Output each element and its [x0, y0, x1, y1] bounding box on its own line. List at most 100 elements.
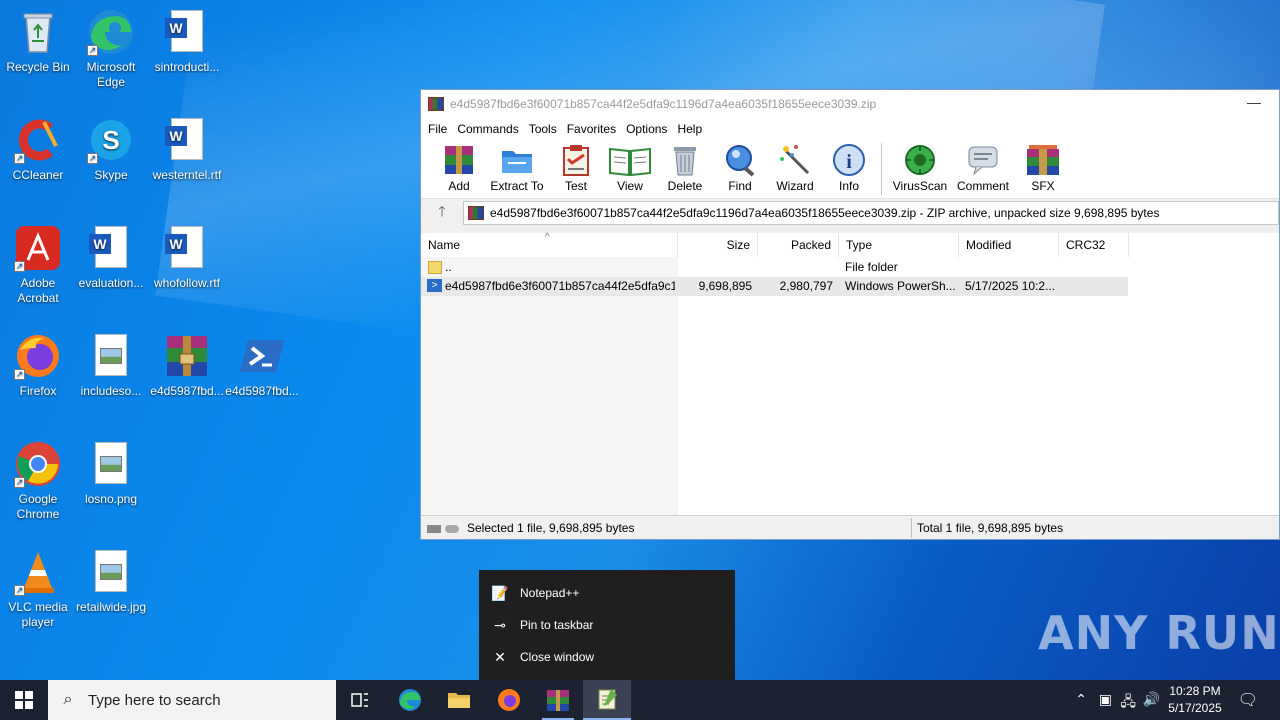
- column-label: Name: [428, 238, 461, 252]
- desktop-icon-google-chrome[interactable]: ↗ Google Chrome: [0, 440, 76, 522]
- toolbar-virusscan-button[interactable]: VirusScan: [888, 140, 952, 193]
- toolbar-label: Info: [838, 179, 859, 193]
- toolbar: Add Extract To Test View Delete Find Wiz…: [421, 140, 1279, 198]
- toolbar-delete-button[interactable]: Delete: [659, 140, 711, 193]
- desktop-icon-evaluation[interactable]: W evaluation...: [73, 224, 149, 291]
- address-bar: 🡑 e4d5987fbd6e3f60071b857ca44f2e5dfa9c11…: [421, 198, 1279, 226]
- table-row[interactable]: > e4d5987fbd6e3f60071b857ca44f2e5dfa9c1.…: [421, 277, 1128, 296]
- menu-tools[interactable]: Tools: [524, 122, 562, 136]
- taskbar-file-explorer[interactable]: [435, 680, 483, 720]
- taskbar-search-box[interactable]: ⌕ Type here to search: [48, 680, 336, 720]
- menu-commands[interactable]: Commands: [452, 122, 523, 136]
- task-view-button[interactable]: [336, 680, 384, 720]
- jumplist-notepadpp[interactable]: 📝 Notepad++: [479, 577, 735, 609]
- desktop-icon-sintroducti[interactable]: W sintroducti...: [149, 8, 225, 75]
- status-selected: Selected 1 file, 9,698,895 bytes: [467, 521, 635, 535]
- menu-file[interactable]: File: [423, 122, 452, 136]
- taskbar-notepadpp[interactable]: [583, 680, 631, 720]
- notepadpp-icon: [598, 689, 617, 710]
- word-doc-icon: W: [87, 224, 135, 272]
- toolbar-label: View: [617, 179, 643, 193]
- toolbar-wizard-button[interactable]: Wizard: [769, 140, 821, 193]
- firefox-icon: ↗: [14, 332, 62, 380]
- column-label: Size: [726, 238, 750, 252]
- toolbar-comment-button[interactable]: Comment: [952, 140, 1014, 193]
- desktop-icon-label: VLC media player: [8, 600, 68, 629]
- view-book-icon: [608, 143, 652, 177]
- taskbar-winrar[interactable]: [534, 680, 582, 720]
- wizard-wand-icon: [778, 143, 812, 177]
- taskbar-edge[interactable]: [386, 680, 434, 720]
- shortcut-arrow-icon: ↗: [14, 477, 25, 488]
- jumplist-close-window[interactable]: ✕ Close window: [479, 641, 735, 673]
- column-header-packed[interactable]: Packed: [758, 233, 839, 257]
- table-row[interactable]: .. File folder: [421, 258, 1128, 277]
- desktop-icon-label: retailwide.jpg: [75, 600, 147, 614]
- toolbar-view-button[interactable]: View: [601, 140, 659, 193]
- shortcut-arrow-icon: ↗: [14, 153, 25, 164]
- firefox-icon: [498, 689, 520, 711]
- desktop-icon-includeso[interactable]: includeso...: [73, 332, 149, 399]
- column-header-modified[interactable]: Modified: [959, 233, 1059, 257]
- path-text: e4d5987fbd6e3f60071b857ca44f2e5dfa9c1196…: [490, 205, 1160, 220]
- volume-icon[interactable]: 🔊: [1143, 691, 1160, 708]
- menu-options[interactable]: Options: [621, 122, 672, 136]
- anyrun-watermark: ANY RUN: [1038, 606, 1280, 660]
- column-header-type[interactable]: Type: [839, 233, 959, 257]
- vlc-icon: ↗: [14, 548, 62, 596]
- toolbar-sfx-button[interactable]: SFX: [1014, 140, 1072, 193]
- menu-favorites[interactable]: Favorites: [562, 122, 621, 136]
- svg-text:S: S: [102, 125, 119, 155]
- desktop-icon-losno[interactable]: losno.png: [73, 440, 149, 507]
- desktop-icon-label: evaluation...: [78, 276, 144, 290]
- toolbar-test-button[interactable]: Test: [551, 140, 601, 193]
- toolbar-label: Delete: [667, 179, 703, 193]
- clock-date: 5/17/2025: [1168, 701, 1222, 715]
- desktop-icon-vlc[interactable]: ↗ VLC media player: [0, 548, 76, 630]
- virus-scan-icon: [903, 143, 937, 177]
- path-field[interactable]: e4d5987fbd6e3f60071b857ca44f2e5dfa9c1196…: [463, 200, 1279, 225]
- notifications-icon[interactable]: 🗨: [1238, 690, 1258, 710]
- desktop-icon-label: Firefox: [19, 384, 57, 398]
- desktop-icon-retailwide[interactable]: retailwide.jpg: [73, 548, 149, 615]
- column-header-crc32[interactable]: CRC32: [1059, 233, 1129, 257]
- desktop-icon-whofollow[interactable]: W whofollow.rtf: [149, 224, 225, 291]
- taskbar-clock[interactable]: 10:28 PM 5/17/2025: [1160, 683, 1230, 717]
- desktop-icon-firefox[interactable]: ↗ Firefox: [0, 332, 76, 399]
- taskbar: ⌕ Type here to search ⌃ ▣ 🖧 🔊 🗨 10:28 PM…: [0, 680, 1280, 720]
- toolbar-info-button[interactable]: i Info: [821, 140, 877, 193]
- minimize-button[interactable]: —: [1247, 94, 1261, 110]
- desktop-icon-winrar-archive[interactable]: e4d5987fbd...: [149, 332, 225, 399]
- column-header-name[interactable]: Name ^: [421, 232, 678, 257]
- desktop-icon-powershell-script[interactable]: e4d5987fbd...: [224, 332, 300, 399]
- toolbar-add-button[interactable]: Add: [435, 140, 483, 193]
- winrar-titlebar[interactable]: e4d5987fbd6e3f60071b857ca44f2e5dfa9c1196…: [421, 90, 1279, 118]
- desktop-icon-skype[interactable]: S ↗ Skype: [73, 116, 149, 183]
- menu-help[interactable]: Help: [672, 122, 707, 136]
- edge-icon: [399, 689, 421, 711]
- acrobat-icon: ↗: [14, 224, 62, 272]
- network-icon[interactable]: 🖧: [1120, 691, 1136, 715]
- jumplist-label: Pin to taskbar: [520, 618, 594, 632]
- desktop-icon-westerntel[interactable]: W westerntel.rtf: [149, 116, 225, 183]
- desktop-icon-microsoft-edge[interactable]: ↗ Microsoft Edge: [73, 8, 149, 90]
- show-hidden-icons-chevron-icon[interactable]: ⌃: [1075, 691, 1087, 708]
- word-doc-icon: W: [163, 116, 211, 164]
- desktop-icon-recycle-bin[interactable]: Recycle Bin: [0, 8, 76, 75]
- toolbar-extract-to-button[interactable]: Extract To: [483, 140, 551, 193]
- column-label: Packed: [790, 238, 831, 252]
- desktop-icon-adobe-acrobat[interactable]: ↗ Adobe Acrobat: [0, 224, 76, 306]
- toolbar-find-button[interactable]: Find: [711, 140, 769, 193]
- up-arrow-icon[interactable]: 🡑: [421, 201, 463, 225]
- jumplist-pin-to-taskbar[interactable]: ⊸ Pin to taskbar: [479, 609, 735, 641]
- taskbar-firefox[interactable]: [485, 680, 533, 720]
- desktop-icon-label: e4d5987fbd...: [150, 384, 224, 398]
- toolbar-label: VirusScan: [892, 179, 948, 193]
- start-button[interactable]: [0, 680, 48, 720]
- meet-now-icon[interactable]: ▣: [1099, 691, 1112, 708]
- column-header-size[interactable]: Size: [678, 233, 758, 257]
- desktop-icon-ccleaner[interactable]: ↗ CCleaner: [0, 116, 76, 183]
- column-label: Type: [846, 238, 873, 252]
- add-archive-icon: [442, 143, 476, 177]
- column-label: CRC32: [1066, 238, 1106, 252]
